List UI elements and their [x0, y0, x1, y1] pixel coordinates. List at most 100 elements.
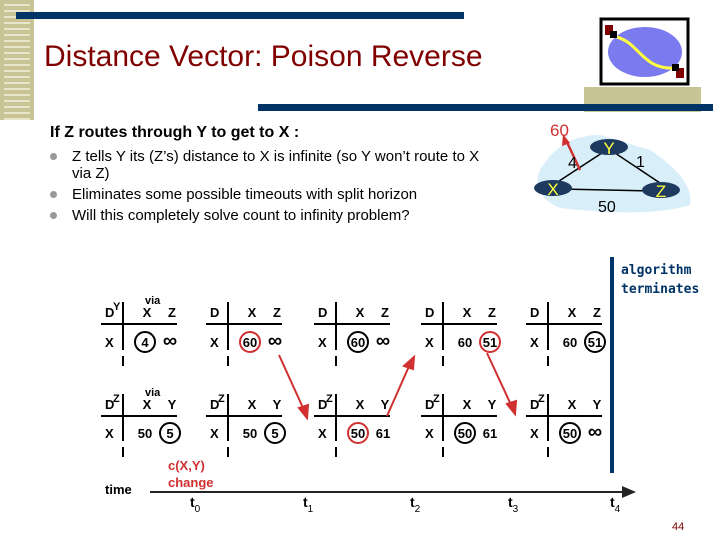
- distance-value: 50: [138, 426, 152, 441]
- page-number: 44: [672, 521, 685, 533]
- distance-value: ∞: [376, 330, 390, 352]
- column-header: Y: [593, 397, 602, 412]
- table-node-label: Z: [218, 393, 225, 405]
- bullet-item: Eliminates some possible timeouts with s…: [50, 186, 490, 203]
- column-header: Z: [593, 305, 601, 320]
- row-label: X: [210, 335, 219, 350]
- table-node-label: Z: [433, 393, 440, 405]
- cost-xz: 50: [598, 199, 616, 216]
- table-node-label: Z: [326, 393, 333, 405]
- distance-value: ∞: [163, 330, 177, 352]
- slide: Y X Z 4 1 50 60 D Yvia X Z X 4 ∞ D X Z X 60 ∞ D X Z X 60 ∞…: [0, 0, 720, 540]
- time-tick-label: t4: [610, 494, 621, 515]
- decorations: Y X Z 4 1 50 60 DY viaX ZX 4 ∞D X ZX 60 ∞D X ZX 60 ∞…: [0, 0, 713, 515]
- node-x: X: [547, 180, 558, 199]
- routing-table: DZ X YX 50 5: [206, 393, 286, 457]
- dest-label: D: [318, 305, 327, 320]
- table-node-label: Z: [538, 393, 545, 405]
- time-label: time: [105, 482, 132, 497]
- message-arrows: [278, 352, 518, 421]
- page-title: Distance Vector: Poison Reverse: [44, 40, 483, 73]
- time-tick-label: t3: [508, 494, 519, 515]
- routing-table: D X ZX 60 ∞: [314, 302, 390, 366]
- distance-value: 60: [563, 335, 577, 350]
- row-label: X: [105, 426, 114, 441]
- ruler-tick: [4, 58, 30, 60]
- distance-value: 51: [588, 335, 602, 350]
- dest-label: D: [530, 305, 539, 320]
- routing-table: D X ZX 60 51: [526, 302, 606, 366]
- column-header: X: [143, 397, 152, 412]
- column-header: X: [463, 305, 472, 320]
- ruler-tick: [4, 46, 30, 48]
- time-tick-label: t1: [303, 494, 314, 515]
- algorithm-terminates-note: algorithm terminates: [621, 263, 700, 297]
- distance-value: 5: [166, 426, 173, 441]
- terminate-line: [610, 257, 614, 473]
- distance-value: ∞: [268, 330, 282, 352]
- bullet-icon: [50, 191, 57, 198]
- ruler-tick: [4, 106, 30, 108]
- routing-table: DY viaX ZX 4 ∞: [101, 295, 177, 366]
- arrow-z-to-y: [386, 363, 411, 417]
- table-node-label: Y: [113, 301, 121, 313]
- column-header: X: [463, 397, 472, 412]
- ruler-tick: [4, 70, 30, 72]
- bullet-icon: [50, 212, 57, 219]
- bullet-item: Z tells Y its (Z’s) distance to X is inf…: [50, 148, 490, 182]
- time-tick-label: t0: [190, 494, 201, 515]
- ruler-tick: [4, 10, 30, 12]
- ruler-tick: [4, 100, 30, 102]
- node-z: Z: [656, 182, 666, 201]
- subheading: If Z routes through Y to get to X :: [50, 124, 300, 141]
- ruler-tick: [4, 34, 30, 36]
- column-header: Y: [168, 397, 177, 412]
- distance-value: 61: [376, 426, 390, 441]
- column-header: X: [248, 305, 257, 320]
- ruler-tick: [4, 52, 30, 54]
- distance-value: 60: [243, 335, 257, 350]
- distance-value: 5: [271, 426, 278, 441]
- routing-table: DZ viaX YX 50 5: [101, 387, 181, 457]
- network-diagram: Y X Z 4 1 50 60: [534, 121, 691, 216]
- column-header: Z: [488, 305, 496, 320]
- distance-value: 61: [483, 426, 497, 441]
- distance-value: 51: [483, 335, 497, 350]
- cost-yz: 1: [636, 154, 645, 171]
- row-label: X: [425, 426, 434, 441]
- column-header: Z: [381, 305, 389, 320]
- dest-label: D: [210, 305, 219, 320]
- distance-value: 60: [458, 335, 472, 350]
- arrow-y-to-z: [278, 354, 305, 411]
- ruler-tick: [4, 88, 30, 90]
- dest-label: D: [425, 305, 434, 320]
- column-header: Y: [488, 397, 497, 412]
- distance-value: 50: [563, 426, 577, 441]
- ruler-tick: [4, 118, 30, 120]
- column-header: X: [356, 305, 365, 320]
- table-node-label: Z: [113, 393, 120, 405]
- network-cloud-icon: [599, 17, 690, 86]
- row-label: X: [105, 335, 114, 350]
- change-label-1: c(X,Y): [168, 458, 205, 473]
- distance-value: 50: [243, 426, 257, 441]
- column-header: X: [248, 397, 257, 412]
- ruler-tick: [4, 94, 30, 96]
- bottom-title-bar: [258, 104, 713, 111]
- ruler-tick: [4, 4, 30, 6]
- changed-cost: 60: [550, 121, 569, 140]
- cost-xy: 4: [568, 155, 577, 172]
- ruler-tick: [4, 76, 30, 78]
- column-header: X: [143, 305, 152, 320]
- bullet-icon: [50, 153, 57, 160]
- top-bar: [16, 12, 464, 19]
- time-axis-arrowhead: [622, 486, 636, 498]
- routing-tables: DY viaX ZX 4 ∞D X ZX 60 ∞D X ZX 60 ∞D X ZX 60 51D X ZX 60 51…: [101, 295, 606, 457]
- ruler-tick: [4, 82, 30, 84]
- ruler-tick: [4, 112, 30, 114]
- row-label: X: [318, 335, 327, 350]
- column-header: Y: [273, 397, 282, 412]
- node-y: Y: [603, 139, 614, 158]
- ruler-tick: [4, 40, 30, 42]
- column-header: Y: [381, 397, 390, 412]
